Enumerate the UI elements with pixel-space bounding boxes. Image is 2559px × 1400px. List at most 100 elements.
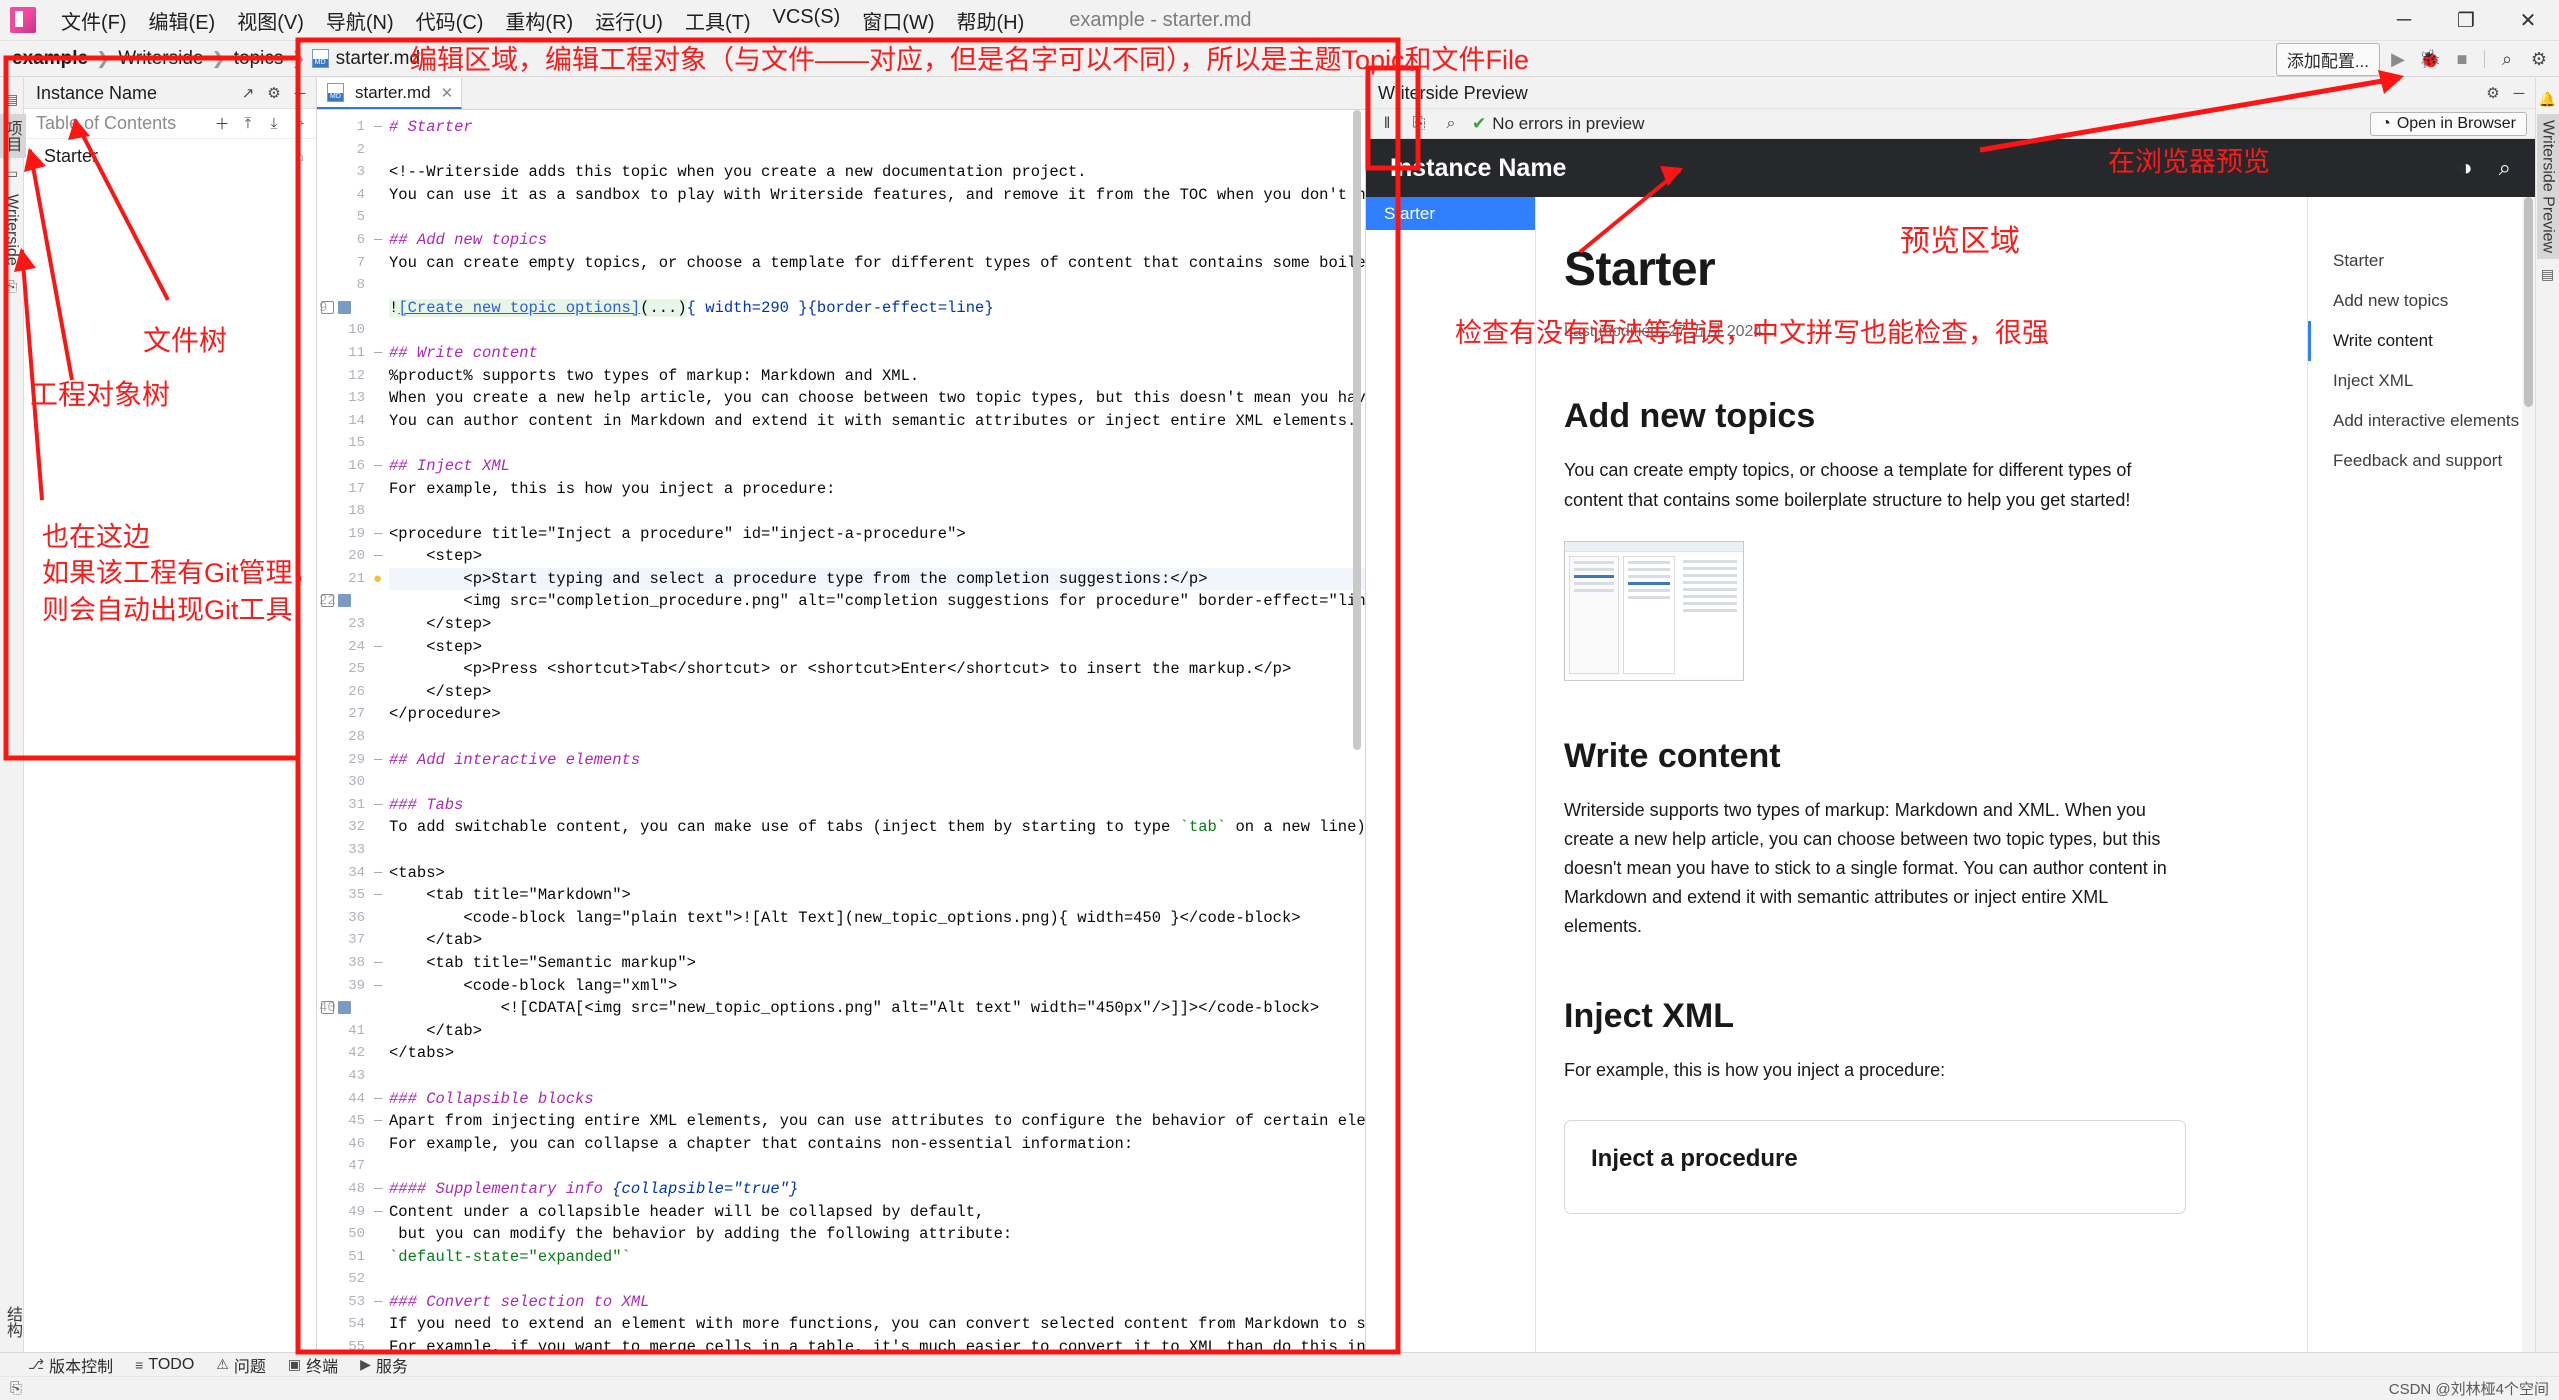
code-line[interactable]: </tabs> bbox=[389, 1042, 1365, 1065]
fold-toggle-icon[interactable]: ─ bbox=[374, 228, 383, 251]
fold-cell[interactable]: ─ bbox=[371, 1201, 389, 1224]
fold-toggle-icon[interactable]: ─ bbox=[374, 974, 383, 997]
menu-item-1[interactable]: 编辑(E) bbox=[138, 3, 227, 38]
code-line[interactable]: For example, if you want to merge cells … bbox=[389, 1336, 1365, 1352]
code-line[interactable]: <tab title="Semantic markup"> bbox=[389, 952, 1365, 975]
code-line[interactable]: To add switchable content, you can make … bbox=[389, 816, 1365, 839]
preview-toc-item-4[interactable]: Add interactive elements bbox=[2308, 401, 2522, 441]
code-line[interactable] bbox=[389, 432, 1365, 455]
breadcrumb-starter-md[interactable]: starter.md bbox=[334, 48, 422, 70]
bottom-bar-item-0[interactable]: ⎇ 版本控制 bbox=[28, 1353, 113, 1377]
code-line[interactable] bbox=[389, 1155, 1365, 1178]
hide-panel-icon[interactable]: ─ bbox=[2507, 81, 2531, 105]
gear-icon[interactable]: ⚙ bbox=[2525, 45, 2553, 73]
menu-item-8[interactable]: VCS(S) bbox=[762, 3, 852, 38]
image-thumbnail-icon[interactable] bbox=[338, 300, 351, 314]
open-in-browser-button[interactable]: ◔ Open in Browser bbox=[2370, 111, 2527, 136]
code-line[interactable]: <code-block lang="plain text">![Alt Text… bbox=[389, 907, 1365, 930]
code-line[interactable]: For example, this is how you inject a pr… bbox=[389, 478, 1365, 501]
breadcrumb-topics[interactable]: topics bbox=[232, 48, 286, 70]
fold-cell[interactable]: ─ bbox=[371, 749, 389, 772]
code-line[interactable] bbox=[389, 206, 1365, 229]
preview-toc-item-5[interactable]: Feedback and support bbox=[2308, 441, 2522, 481]
image-preview-icon[interactable] bbox=[321, 300, 334, 314]
fold-cell[interactable]: ─ bbox=[371, 523, 389, 546]
fold-toggle-icon[interactable]: ─ bbox=[374, 951, 383, 974]
fold-cell[interactable]: ─ bbox=[371, 342, 389, 365]
bottom-bar-item-3[interactable]: ▣ 终端 bbox=[288, 1353, 338, 1377]
code-line[interactable]: ## Add new topics bbox=[389, 229, 1365, 252]
fold-toggle-icon[interactable]: ─ bbox=[374, 341, 383, 364]
code-line[interactable] bbox=[389, 771, 1365, 794]
close-tab-icon[interactable]: ✕ bbox=[441, 84, 454, 102]
structure-icon[interactable]: ▤ bbox=[2538, 264, 2558, 284]
code-line[interactable]: <step> bbox=[389, 636, 1365, 659]
fold-toggle-icon[interactable]: ─ bbox=[374, 861, 383, 884]
code-line[interactable]: </tab> bbox=[389, 1020, 1365, 1043]
fold-cell[interactable]: ─ bbox=[371, 884, 389, 907]
fold-cell[interactable]: ─ bbox=[371, 1088, 389, 1111]
debug-icon[interactable]: 🐞 bbox=[2416, 45, 2444, 73]
fold-cell[interactable]: ─ bbox=[371, 116, 389, 139]
bookmarks-icon[interactable]: ▭ bbox=[2, 163, 22, 183]
commit-icon[interactable]: ⎘ bbox=[2, 277, 22, 297]
code-line[interactable]: </procedure> bbox=[389, 703, 1365, 726]
code-line[interactable] bbox=[389, 319, 1365, 342]
code-line[interactable]: ## Add interactive elements bbox=[389, 749, 1365, 772]
fold-cell[interactable]: ─ bbox=[371, 975, 389, 998]
fold-toggle-icon[interactable]: ─ bbox=[374, 454, 383, 477]
bottom-bar-item-2[interactable]: ⚠ 问题 bbox=[216, 1353, 266, 1377]
fold-toggle-icon[interactable]: ─ bbox=[374, 522, 383, 545]
run-icon[interactable]: ▶ bbox=[2384, 45, 2412, 73]
editor-scrollbar[interactable] bbox=[1351, 110, 1363, 1352]
fold-cell[interactable]: ─ bbox=[371, 636, 389, 659]
toc-item-starter[interactable]: Starter ⌂ bbox=[24, 143, 316, 169]
sidebar-tab-structure[interactable]: 结构 bbox=[0, 1300, 26, 1344]
copy-icon[interactable]: ⎘ bbox=[1408, 115, 1430, 133]
fold-cell[interactable]: ─ bbox=[371, 1291, 389, 1314]
collapse-all-icon[interactable]: ⤒ bbox=[236, 112, 260, 136]
preview-toc-item-0[interactable]: Starter bbox=[2308, 241, 2522, 281]
code-line[interactable] bbox=[389, 1065, 1365, 1088]
gear-icon[interactable]: ⚙ bbox=[262, 81, 286, 105]
fold-toggle-icon[interactable]: ─ bbox=[374, 793, 383, 816]
breadcrumb-writerside[interactable]: Writerside bbox=[116, 48, 205, 70]
code-line[interactable]: When you create a new help article, you … bbox=[389, 387, 1365, 410]
code-line[interactable]: but you can modify the behavior by addin… bbox=[389, 1223, 1365, 1246]
add-configuration-button[interactable]: 添加配置... bbox=[2275, 42, 2380, 76]
menu-item-6[interactable]: 运行(U) bbox=[584, 3, 674, 38]
add-icon[interactable]: ＋ bbox=[210, 112, 234, 136]
code-line[interactable]: <p>Press <shortcut>Tab</shortcut> or <sh… bbox=[389, 658, 1365, 681]
code-line[interactable]: Content under a collapsible header will … bbox=[389, 1201, 1365, 1224]
menu-item-10[interactable]: 帮助(H) bbox=[946, 3, 1036, 38]
code-line[interactable]: <![CDATA[<img src="new_topic_options.png… bbox=[389, 997, 1365, 1020]
code-line[interactable]: <code-block lang="xml"> bbox=[389, 975, 1365, 998]
code-line[interactable]: Apart from injecting entire XML elements… bbox=[389, 1110, 1365, 1133]
pause-icon[interactable]: ‖ bbox=[1376, 115, 1398, 133]
code-line[interactable] bbox=[389, 726, 1365, 749]
fold-cell[interactable]: ─ bbox=[371, 1178, 389, 1201]
fold-cell[interactable]: ─ bbox=[371, 862, 389, 885]
fold-toggle-icon[interactable]: ─ bbox=[374, 544, 383, 567]
hide-panel-icon[interactable]: ─ bbox=[288, 81, 312, 105]
code-line[interactable]: #### Supplementary info {collapsible="tr… bbox=[389, 1178, 1365, 1201]
fold-toggle-icon[interactable]: ─ bbox=[374, 883, 383, 906]
preview-toc-item-1[interactable]: Add new topics bbox=[2308, 281, 2522, 321]
menu-item-5[interactable]: 重构(R) bbox=[494, 3, 584, 38]
code-line[interactable]: <img src="completion_procedure.png" alt=… bbox=[389, 590, 1365, 613]
fold-cell[interactable]: ─ bbox=[371, 229, 389, 252]
code-line[interactable]: <procedure title="Inject a procedure" id… bbox=[389, 523, 1365, 546]
close-button[interactable]: ✕ bbox=[2497, 0, 2559, 41]
notifications-icon[interactable]: 🔔 bbox=[2538, 89, 2558, 109]
fold-toggle-icon[interactable]: ─ bbox=[374, 1109, 383, 1132]
code-line[interactable]: %product% supports two types of markup: … bbox=[389, 365, 1365, 388]
fold-toggle-icon[interactable]: ─ bbox=[374, 1177, 383, 1200]
code-line[interactable]: `default-state="expanded"` bbox=[389, 1246, 1365, 1269]
fold-toggle-icon[interactable]: ─ bbox=[374, 1290, 383, 1313]
code-line[interactable]: You can use it as a sandbox to play with… bbox=[389, 184, 1365, 207]
code-line[interactable]: You can create empty topics, or choose a… bbox=[389, 252, 1365, 275]
editor-scrollbar-thumb[interactable] bbox=[1353, 110, 1361, 750]
menu-item-4[interactable]: 代码(C) bbox=[405, 3, 495, 38]
sidebar-tab-writerside-preview[interactable]: Writerside Preview bbox=[2536, 114, 2559, 260]
code-line[interactable] bbox=[389, 839, 1365, 862]
